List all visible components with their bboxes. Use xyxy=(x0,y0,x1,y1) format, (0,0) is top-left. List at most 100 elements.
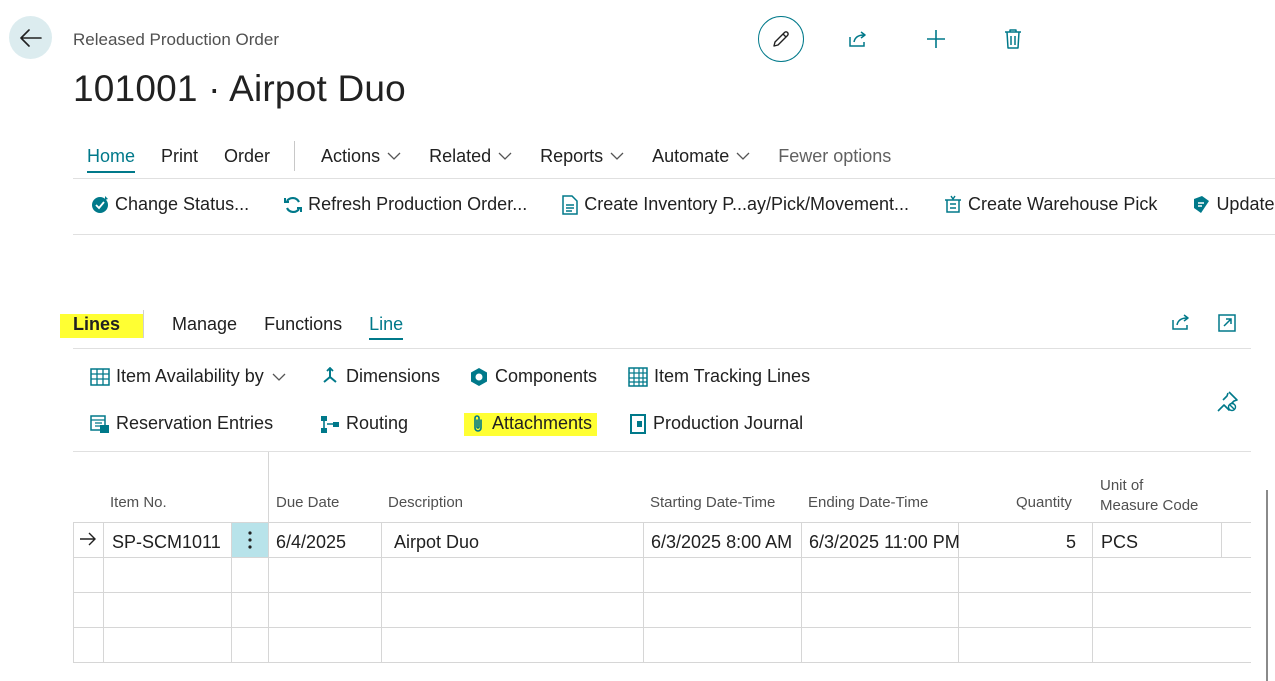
reservation-entries-label: Reservation Entries xyxy=(116,413,274,433)
create-warehouse-pick-label: Create Warehouse Pick xyxy=(968,194,1158,214)
paperclip-icon xyxy=(474,414,482,432)
reservation-icon xyxy=(90,414,109,433)
tracking-grid-icon xyxy=(628,366,648,387)
expand-icon xyxy=(1218,314,1236,332)
tab-home[interactable]: Home xyxy=(87,146,136,173)
create-inventory-putaway-action[interactable]: Create Inventory P...ay/Pick/Movement... xyxy=(561,194,909,215)
dimensions-action[interactable]: Dimensions xyxy=(320,366,440,387)
cell-quantity[interactable]: 5 xyxy=(958,532,1076,553)
reservation-entries-action[interactable]: Reservation Entries xyxy=(90,413,273,434)
routing-icon xyxy=(321,415,339,433)
attachments-action[interactable]: Attachments xyxy=(470,413,592,434)
arrow-right-icon xyxy=(80,532,96,546)
tab-line[interactable]: Line xyxy=(369,314,404,340)
cell-due-date[interactable]: 6/4/2025 xyxy=(276,532,346,553)
related-label: Related xyxy=(429,145,492,166)
lines-tabs-rule xyxy=(73,348,1251,349)
menu-rule xyxy=(73,178,1275,179)
reports-dropdown[interactable]: Reports xyxy=(540,146,624,167)
cell-item-no[interactable]: SP-SCM1011 xyxy=(112,532,221,553)
create-warehouse-pick-action[interactable]: Create Warehouse Pick xyxy=(943,194,1157,215)
share-button[interactable] xyxy=(835,16,881,62)
col-header-uom-line2: Measure Code xyxy=(1100,497,1199,514)
tab-order[interactable]: Order xyxy=(224,146,270,167)
pin-button[interactable] xyxy=(1215,390,1239,414)
chevron-down-icon xyxy=(498,152,512,160)
cell-ending-date-time[interactable]: 6/3/2025 11:00 PM xyxy=(809,532,960,553)
lines-share-button[interactable] xyxy=(1170,312,1192,332)
expand-button[interactable] xyxy=(1217,313,1237,333)
back-button[interactable] xyxy=(9,16,52,59)
more-vertical-icon xyxy=(248,531,252,549)
chevron-down-icon xyxy=(610,152,624,160)
refresh-production-order-action[interactable]: Refresh Production Order... xyxy=(283,194,527,215)
update-unit-cost-label: Update Unit C xyxy=(1216,194,1275,214)
production-journal-action[interactable]: Production Journal xyxy=(629,413,803,434)
cell-starting-date-time[interactable]: 6/3/2025 8:00 AM xyxy=(651,532,792,553)
row-line xyxy=(73,557,1251,558)
row-line xyxy=(73,662,1251,663)
plus-icon xyxy=(927,30,945,48)
page-title: 101001 · Airpot Duo xyxy=(73,68,406,109)
actions-label: Actions xyxy=(321,145,381,166)
delete-button[interactable] xyxy=(990,16,1036,62)
share-icon xyxy=(849,31,866,47)
warehouse-pick-icon xyxy=(945,195,962,213)
change-status-action[interactable]: Change Status... xyxy=(90,194,249,215)
item-availability-label: Item Availability by xyxy=(116,366,264,386)
document-icon xyxy=(562,194,578,215)
chevron-down-icon xyxy=(272,373,286,381)
col-header-quantity[interactable]: Quantity xyxy=(1016,493,1072,513)
lines-part-title[interactable]: Lines xyxy=(73,314,120,335)
create-inventory-putaway-label: Create Inventory P...ay/Pick/Movement... xyxy=(584,194,910,214)
action-menu: Home Print Order Actions Related Reports… xyxy=(87,140,891,173)
col-header-starting-date-time[interactable]: Starting Date-Time xyxy=(650,493,775,513)
routing-label: Routing xyxy=(346,413,409,433)
chevron-down-icon xyxy=(736,152,750,160)
actionbar-rule xyxy=(73,234,1275,235)
pencil-icon xyxy=(773,31,789,47)
col-header-description[interactable]: Description xyxy=(388,493,463,513)
vertical-scrollbar[interactable] xyxy=(1266,490,1268,681)
update-cost-icon xyxy=(1194,195,1210,213)
production-journal-label: Production Journal xyxy=(653,413,804,433)
col-line xyxy=(1221,522,1222,558)
col-header-due-date[interactable]: Due Date xyxy=(276,493,339,513)
row-menu-button[interactable] xyxy=(232,523,268,557)
automate-dropdown[interactable]: Automate xyxy=(652,146,750,167)
col-header-unit-of-measure-code[interactable]: Unit of Measure Code xyxy=(1100,476,1198,516)
tab-print[interactable]: Print xyxy=(161,146,198,167)
components-icon xyxy=(471,367,487,386)
item-availability-dropdown[interactable]: Item Availability by xyxy=(90,366,292,387)
pin-icon xyxy=(1217,391,1238,412)
home-actions: Change Status... Refresh Production Orde… xyxy=(90,194,1275,215)
refresh-production-order-label: Refresh Production Order... xyxy=(308,194,528,214)
routing-action[interactable]: Routing xyxy=(320,413,408,434)
dimensions-icon xyxy=(323,366,337,383)
components-label: Components xyxy=(495,366,598,386)
arrow-left-icon xyxy=(19,28,42,47)
tab-manage[interactable]: Manage xyxy=(172,314,237,335)
tab-functions[interactable]: Functions xyxy=(264,314,342,335)
cell-unit-of-measure-code[interactable]: PCS xyxy=(1101,532,1138,553)
cell-description[interactable]: Airpot Duo xyxy=(394,532,479,553)
col-header-item-no[interactable]: Item No. xyxy=(110,493,167,513)
components-action[interactable]: Components xyxy=(469,366,597,387)
automate-label: Automate xyxy=(652,145,730,166)
edit-button[interactable] xyxy=(758,16,804,62)
col-header-ending-date-time[interactable]: Ending Date-Time xyxy=(808,493,928,513)
row-line xyxy=(73,592,1251,593)
trash-icon xyxy=(1005,29,1021,49)
actions-dropdown[interactable]: Actions xyxy=(321,146,401,167)
current-row-indicator xyxy=(79,532,97,546)
new-button[interactable] xyxy=(913,16,959,62)
status-change-icon xyxy=(92,195,108,213)
update-unit-cost-action[interactable]: Update Unit C xyxy=(1191,194,1275,215)
related-dropdown[interactable]: Related xyxy=(429,146,512,167)
share-icon xyxy=(1172,314,1189,330)
item-tracking-lines-label: Item Tracking Lines xyxy=(654,366,811,386)
fewer-options-link[interactable]: Fewer options xyxy=(778,146,891,167)
chevron-down-icon xyxy=(387,152,401,160)
item-tracking-lines-action[interactable]: Item Tracking Lines xyxy=(628,366,810,387)
grid-icon xyxy=(90,367,110,386)
